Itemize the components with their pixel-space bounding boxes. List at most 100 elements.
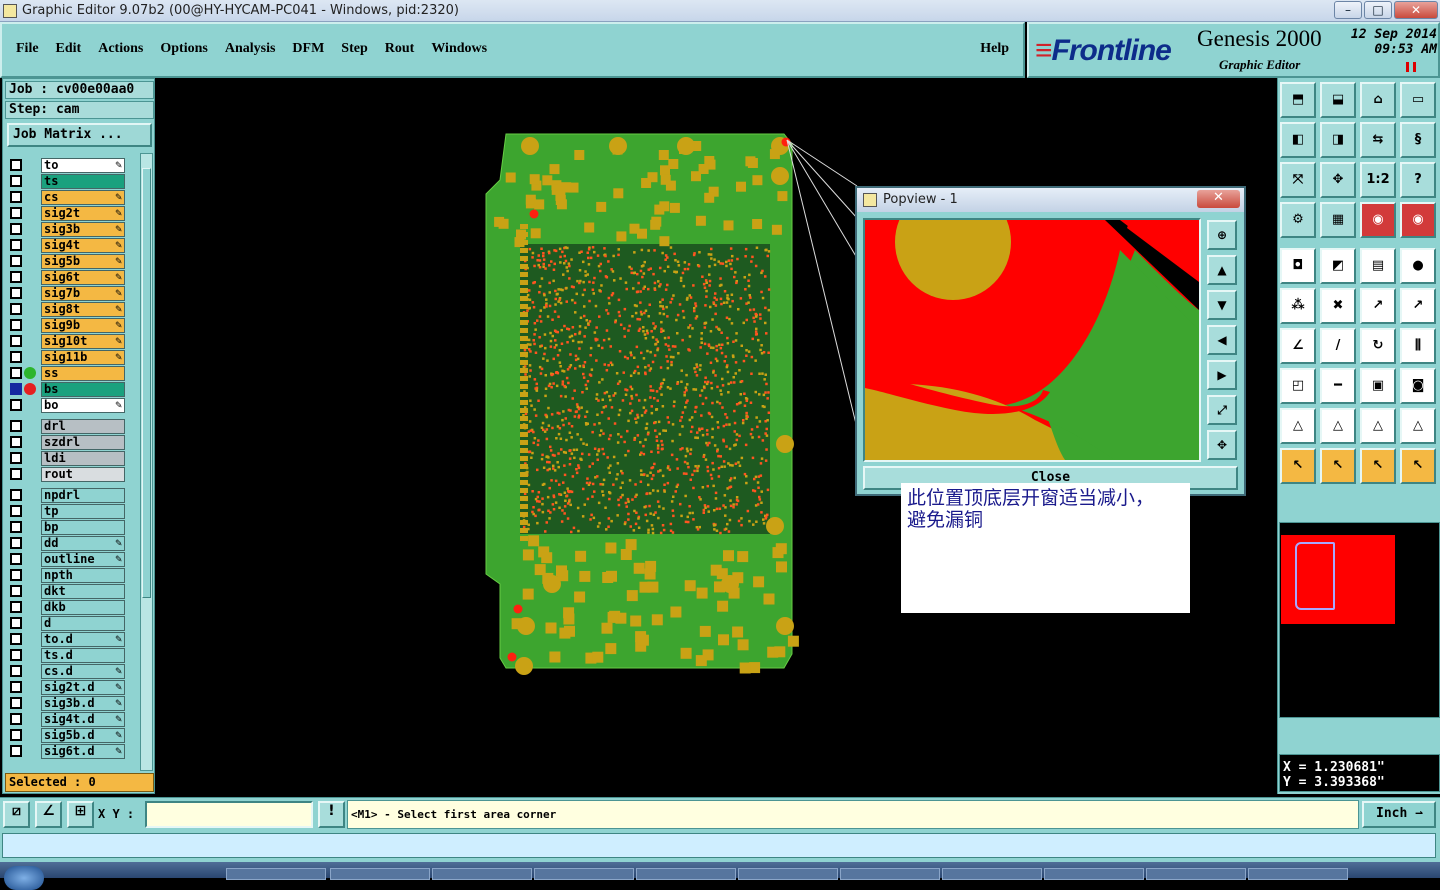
layer-row-sig2t.d[interactable]: sig2t.d ✎ bbox=[7, 679, 129, 695]
layers-icon[interactable]: ◉ bbox=[1360, 202, 1396, 238]
pause-icon[interactable] bbox=[1406, 62, 1416, 72]
pointer4-icon[interactable]: ↖ bbox=[1400, 448, 1436, 484]
menu-help[interactable]: Help bbox=[980, 41, 1009, 57]
save-icon[interactable]: ⬓ bbox=[1320, 82, 1356, 118]
layer-name[interactable]: ts bbox=[41, 173, 125, 189]
taskbar-item[interactable] bbox=[738, 868, 838, 880]
layer-name[interactable]: sig9b bbox=[41, 317, 125, 333]
layer-name[interactable]: ss bbox=[41, 365, 125, 381]
layer-name[interactable]: ldi bbox=[41, 450, 125, 466]
layer-name[interactable]: sig6t.d bbox=[41, 743, 125, 759]
layer-checkbox[interactable] bbox=[10, 452, 22, 464]
box-icon[interactable]: ⬒ bbox=[1280, 82, 1316, 118]
layer-name[interactable]: dd bbox=[41, 535, 125, 551]
layer-name[interactable]: sig2t.d bbox=[41, 679, 125, 695]
layer-checkbox[interactable] bbox=[10, 175, 22, 187]
layer-checkbox[interactable] bbox=[10, 585, 22, 597]
layer-row-npdrl[interactable]: npdrl bbox=[7, 487, 129, 503]
layer-row-sig3b[interactable]: sig3b ✎ bbox=[7, 221, 129, 237]
layer-row-drl[interactable]: drl bbox=[7, 418, 129, 434]
layer-name[interactable]: sig7b bbox=[41, 285, 125, 301]
layer-checkbox[interactable] bbox=[10, 665, 22, 677]
layer-checkbox[interactable] bbox=[10, 207, 22, 219]
layer-checkbox[interactable] bbox=[10, 601, 22, 613]
layer-checkbox[interactable] bbox=[10, 729, 22, 741]
layer-row-to[interactable]: to ✎ bbox=[7, 157, 129, 173]
layer-name[interactable]: sig11b bbox=[41, 349, 125, 365]
layer-checkbox[interactable] bbox=[10, 335, 22, 347]
layer-name[interactable]: dkt bbox=[41, 583, 125, 599]
taskbar-item[interactable] bbox=[330, 868, 430, 880]
layer-checkbox[interactable] bbox=[10, 351, 22, 363]
layer-name[interactable]: npdrl bbox=[41, 487, 125, 503]
tri4-icon[interactable]: △ bbox=[1400, 408, 1436, 444]
layer-checkbox[interactable] bbox=[10, 436, 22, 448]
layer-checkbox[interactable] bbox=[10, 553, 22, 565]
layer-row-ss[interactable]: ss bbox=[7, 365, 129, 381]
taskbar-item[interactable] bbox=[840, 868, 940, 880]
layer-name[interactable]: cs bbox=[41, 189, 125, 205]
menu-file[interactable]: File bbox=[16, 41, 39, 57]
taskbar-item[interactable] bbox=[1248, 868, 1348, 880]
layer-row-szdrl[interactable]: szdrl bbox=[7, 434, 129, 450]
tri1-icon[interactable]: △ bbox=[1280, 408, 1316, 444]
layer-row-sig8t[interactable]: sig8t ✎ bbox=[7, 301, 129, 317]
layer-name[interactable]: sig5b bbox=[41, 253, 125, 269]
layer-name[interactable]: sig8t bbox=[41, 301, 125, 317]
taskbar-item[interactable] bbox=[1044, 868, 1144, 880]
pan-down-icon[interactable]: ▼ bbox=[1207, 290, 1237, 320]
pan-left-icon[interactable]: ◀ bbox=[1207, 325, 1237, 355]
line2-icon[interactable]: ↗ bbox=[1400, 288, 1436, 324]
dash-icon[interactable]: ━ bbox=[1320, 368, 1356, 404]
layer-checkbox[interactable] bbox=[10, 745, 22, 757]
layer-checkbox[interactable] bbox=[10, 303, 22, 315]
settings-icon[interactable]: ⚙ bbox=[1280, 202, 1316, 238]
dot-icon[interactable]: ● bbox=[1400, 248, 1436, 284]
layer-row-sig4t[interactable]: sig4t ✎ bbox=[7, 237, 129, 253]
layer-affected-dot[interactable] bbox=[24, 367, 36, 379]
taskbar-item[interactable] bbox=[1146, 868, 1246, 880]
layer-checkbox[interactable] bbox=[10, 489, 22, 501]
layer-checkbox[interactable] bbox=[10, 569, 22, 581]
menu-step[interactable]: Step bbox=[341, 41, 367, 57]
layer-row-dd[interactable]: dd ✎ bbox=[7, 535, 129, 551]
group-icon[interactable]: ◙ bbox=[1400, 368, 1436, 404]
forward-icon[interactable]: ◨ bbox=[1320, 122, 1356, 158]
menu-windows[interactable]: Windows bbox=[431, 41, 487, 57]
alert-icon[interactable]: ! bbox=[318, 801, 345, 828]
layer-name[interactable]: sig4t.d bbox=[41, 711, 125, 727]
slope-icon[interactable]: / bbox=[1320, 328, 1356, 364]
box2-icon[interactable]: ▣ bbox=[1360, 368, 1396, 404]
layer-row-sig7b[interactable]: sig7b ✎ bbox=[7, 285, 129, 301]
pointer2-icon[interactable]: ↖ bbox=[1320, 448, 1356, 484]
layer-checkbox[interactable] bbox=[10, 399, 22, 411]
layer-row-to.d[interactable]: to.d ✎ bbox=[7, 631, 129, 647]
zoom-fit-icon[interactable]: ⤢ bbox=[1207, 395, 1237, 425]
pad-icon[interactable]: ◰ bbox=[1280, 368, 1316, 404]
tri2-icon[interactable]: △ bbox=[1320, 408, 1356, 444]
layer-row-sig2t[interactable]: sig2t ✎ bbox=[7, 205, 129, 221]
zoom-in-icon[interactable]: ⊕ bbox=[1207, 220, 1237, 250]
layer-name[interactable]: dkb bbox=[41, 599, 125, 615]
layer-row-outline[interactable]: outline ✎ bbox=[7, 551, 129, 567]
menu-options[interactable]: Options bbox=[160, 41, 207, 57]
taskbar-item[interactable] bbox=[226, 868, 326, 880]
layer-row-ts[interactable]: ts bbox=[7, 173, 129, 189]
ruler-icon[interactable]: ▤ bbox=[1360, 248, 1396, 284]
layer-name[interactable]: cs.d bbox=[41, 663, 125, 679]
layer-row-npth[interactable]: npth bbox=[7, 567, 129, 583]
center-icon[interactable]: ✥ bbox=[1320, 162, 1356, 198]
layer-row-sig5b[interactable]: sig5b ✎ bbox=[7, 253, 129, 269]
layer-row-sig3b.d[interactable]: sig3b.d ✎ bbox=[7, 695, 129, 711]
scale-icon[interactable]: 1:2 bbox=[1360, 162, 1396, 198]
layer-checkbox[interactable] bbox=[10, 468, 22, 480]
layer-name[interactable]: rout bbox=[41, 466, 125, 482]
angle-icon[interactable]: ∠ bbox=[1280, 328, 1316, 364]
xy-input[interactable] bbox=[145, 801, 313, 828]
layer-name[interactable]: sig4t bbox=[41, 237, 125, 253]
nodes-icon[interactable]: ⁂ bbox=[1280, 288, 1316, 324]
maximize-button[interactable]: □ bbox=[1364, 1, 1392, 19]
layer-row-sig9b[interactable]: sig9b ✎ bbox=[7, 317, 129, 333]
layer-checkbox[interactable] bbox=[10, 383, 22, 395]
layer-name[interactable]: npth bbox=[41, 567, 125, 583]
